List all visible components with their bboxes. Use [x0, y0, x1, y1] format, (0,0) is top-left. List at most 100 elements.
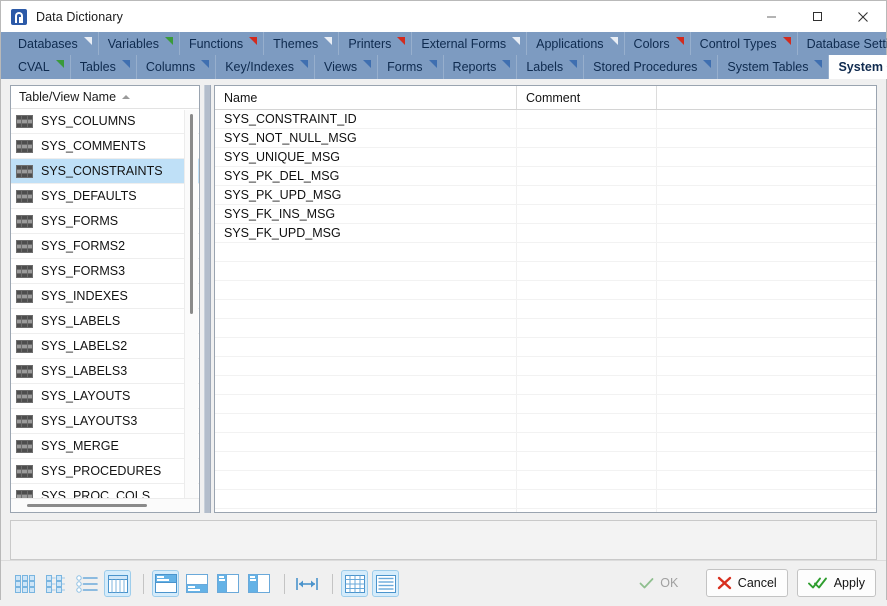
- cell-extra[interactable]: [657, 433, 876, 451]
- list-vertical-scrollbar-thumb[interactable]: [190, 114, 193, 314]
- cell-comment[interactable]: [517, 300, 657, 318]
- cell-extra[interactable]: [657, 338, 876, 356]
- cell-extra[interactable]: [657, 205, 876, 223]
- cell-name[interactable]: [215, 357, 517, 375]
- cell-extra[interactable]: [657, 490, 876, 508]
- cell-name[interactable]: SYS_FK_INS_MSG: [215, 205, 517, 223]
- tab-system-columns[interactable]: System Columns: [829, 55, 887, 79]
- pane-splitter-handle[interactable]: [203, 85, 211, 513]
- cell-name[interactable]: [215, 319, 517, 337]
- cell-name[interactable]: [215, 376, 517, 394]
- list-item[interactable]: SYS_FORMS2: [11, 234, 199, 259]
- cell-extra[interactable]: [657, 414, 876, 432]
- table-row-empty[interactable]: [215, 490, 876, 509]
- minimize-button[interactable]: [748, 1, 794, 32]
- tab-labels[interactable]: Labels: [517, 55, 585, 79]
- list-item[interactable]: SYS_PROC_COLS: [11, 484, 199, 498]
- tab-colors[interactable]: Colors: [625, 32, 691, 55]
- cell-name[interactable]: [215, 452, 517, 470]
- cell-name[interactable]: SYS_PK_DEL_MSG: [215, 167, 517, 185]
- tab-printers[interactable]: Printers: [339, 32, 413, 55]
- layout-right-button[interactable]: [245, 570, 272, 597]
- cell-extra[interactable]: [657, 110, 876, 128]
- cell-comment[interactable]: [517, 433, 657, 451]
- small-icons-view-button[interactable]: [42, 570, 69, 597]
- table-row[interactable]: SYS_PK_UPD_MSG: [215, 186, 876, 205]
- cell-comment[interactable]: [517, 148, 657, 166]
- tab-database-settings[interactable]: Database Settings: [798, 32, 887, 55]
- cell-extra[interactable]: [657, 281, 876, 299]
- grid-header-comment[interactable]: Comment: [517, 86, 657, 109]
- pane-splitter[interactable]: [200, 85, 214, 513]
- table-row-empty[interactable]: [215, 471, 876, 490]
- tab-variables[interactable]: Variables: [99, 32, 180, 55]
- list-item[interactable]: SYS_LABELS2: [11, 334, 199, 359]
- table-row-empty[interactable]: [215, 414, 876, 433]
- table-row[interactable]: SYS_FK_UPD_MSG: [215, 224, 876, 243]
- table-row-empty[interactable]: [215, 300, 876, 319]
- cell-comment[interactable]: [517, 452, 657, 470]
- cell-extra[interactable]: [657, 148, 876, 166]
- cell-name[interactable]: [215, 395, 517, 413]
- table-row-empty[interactable]: [215, 262, 876, 281]
- layout-top-button[interactable]: [152, 570, 179, 597]
- tab-databases[interactable]: Databases: [9, 32, 99, 55]
- cell-comment[interactable]: [517, 414, 657, 432]
- table-view-list-header[interactable]: Table/View Name: [11, 86, 199, 109]
- cell-name[interactable]: SYS_FK_UPD_MSG: [215, 224, 517, 242]
- list-horizontal-scrollbar[interactable]: [11, 498, 199, 512]
- cell-comment[interactable]: [517, 357, 657, 375]
- cell-extra[interactable]: [657, 167, 876, 185]
- cell-name[interactable]: SYS_CONSTRAINT_ID: [215, 110, 517, 128]
- list-item[interactable]: SYS_FORMS: [11, 209, 199, 234]
- cancel-button[interactable]: Cancel: [705, 569, 788, 597]
- cell-comment[interactable]: [517, 281, 657, 299]
- list-item[interactable]: SYS_FORMS3: [11, 259, 199, 284]
- list-item[interactable]: SYS_COLUMNS: [11, 109, 199, 134]
- cell-extra[interactable]: [657, 395, 876, 413]
- cell-extra[interactable]: [657, 452, 876, 470]
- tab-forms[interactable]: Forms: [378, 55, 444, 79]
- tab-functions[interactable]: Functions: [180, 32, 265, 55]
- table-view-list[interactable]: SYS_COLUMNS SYS_COMMENTS SYS_CONSTRAINTS SY…: [11, 109, 199, 498]
- grid-view-button[interactable]: [104, 570, 131, 597]
- layout-left-button[interactable]: [214, 570, 241, 597]
- cell-comment[interactable]: [517, 471, 657, 489]
- grid-body[interactable]: SYS_CONSTRAINT_ID SYS_NOT_NULL_MSG SYS_UNI…: [215, 110, 876, 512]
- list-item[interactable]: SYS_LAYOUTS: [11, 384, 199, 409]
- ok-button[interactable]: OK: [620, 569, 697, 597]
- close-button[interactable]: [840, 1, 886, 32]
- cell-name[interactable]: [215, 509, 517, 512]
- list-item[interactable]: SYS_LABELS3: [11, 359, 199, 384]
- tab-tables[interactable]: Tables: [71, 55, 137, 79]
- tab-key-indexes[interactable]: Key/Indexes: [216, 55, 315, 79]
- cell-comment[interactable]: [517, 376, 657, 394]
- cell-name[interactable]: [215, 414, 517, 432]
- cell-comment[interactable]: [517, 319, 657, 337]
- grid-header-name[interactable]: Name: [215, 86, 517, 109]
- cell-comment[interactable]: [517, 490, 657, 508]
- show-row-lines-button[interactable]: [372, 570, 399, 597]
- cell-extra[interactable]: [657, 319, 876, 337]
- table-row-empty[interactable]: [215, 319, 876, 338]
- table-row[interactable]: SYS_PK_DEL_MSG: [215, 167, 876, 186]
- cell-name[interactable]: [215, 490, 517, 508]
- cell-extra[interactable]: [657, 357, 876, 375]
- cell-extra[interactable]: [657, 376, 876, 394]
- table-row-empty[interactable]: [215, 395, 876, 414]
- list-item[interactable]: SYS_PROCEDURES: [11, 459, 199, 484]
- apply-button[interactable]: Apply: [796, 569, 876, 597]
- cell-extra[interactable]: [657, 509, 876, 512]
- list-item[interactable]: SYS_CONSTRAINTS: [11, 159, 199, 184]
- cell-extra[interactable]: [657, 262, 876, 280]
- show-grid-lines-button[interactable]: [341, 570, 368, 597]
- table-row-empty[interactable]: [215, 338, 876, 357]
- cell-comment[interactable]: [517, 129, 657, 147]
- fit-width-button[interactable]: [293, 570, 320, 597]
- cell-extra[interactable]: [657, 224, 876, 242]
- table-row-empty[interactable]: [215, 452, 876, 471]
- list-item[interactable]: SYS_LAYOUTS3: [11, 409, 199, 434]
- cell-extra[interactable]: [657, 471, 876, 489]
- cell-name[interactable]: [215, 281, 517, 299]
- table-row-empty[interactable]: [215, 376, 876, 395]
